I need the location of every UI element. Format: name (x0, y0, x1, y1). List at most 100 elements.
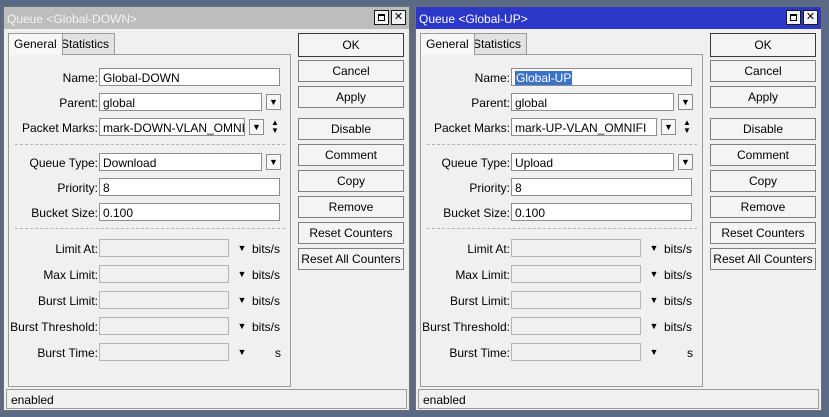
tab-statistics[interactable]: Statistics (55, 33, 116, 54)
ok-button[interactable]: OK (710, 33, 816, 57)
bucket-size-input[interactable]: 0.100 (99, 203, 280, 221)
bucket-size-row: Bucket Size: 0.100 (421, 203, 704, 223)
reset-counters-button[interactable]: Reset Counters (298, 222, 404, 244)
parent-select[interactable]: global (99, 93, 262, 111)
burst-threshold-label: Burst Threshold: (422, 320, 510, 334)
comment-button[interactable]: Comment (710, 144, 816, 166)
window-title: Queue <Global-DOWN> (7, 12, 138, 26)
remove-button[interactable]: Remove (710, 196, 816, 218)
reset-counters-button[interactable]: Reset Counters (710, 222, 816, 244)
burst-threshold-unit: bits/s (664, 320, 693, 334)
packet-marks-label: Packet Marks: (433, 121, 510, 135)
bucket-size-row: Bucket Size: 0.100 (9, 203, 292, 223)
limit-at-row: Limit At: ▼ bits/s (9, 239, 292, 259)
cancel-button[interactable]: Cancel (710, 60, 816, 82)
name-label: Name: (474, 71, 510, 85)
burst-time-input[interactable] (511, 343, 641, 361)
dropdown-arrow-icon[interactable]: ▼ (236, 319, 248, 333)
packet-marks-select[interactable]: mark-UP-VLAN_OMNIFI (511, 118, 657, 136)
bucket-size-input[interactable]: 0.100 (511, 203, 692, 221)
burst-time-label: Burst Time: (37, 346, 98, 360)
maximize-icon[interactable] (786, 10, 801, 25)
max-limit-input[interactable] (99, 265, 229, 283)
burst-threshold-input[interactable] (99, 317, 229, 335)
packet-marks-select[interactable]: mark-DOWN-VLAN_OMNIFI (99, 118, 245, 136)
maximize-icon[interactable] (374, 10, 389, 25)
copy-button[interactable]: Copy (298, 170, 404, 192)
burst-time-input[interactable] (99, 343, 229, 361)
separator (15, 228, 285, 229)
dropdown-arrow-icon[interactable]: ▼ (249, 119, 264, 135)
dropdown-arrow-icon[interactable]: ▼ (236, 267, 248, 281)
apply-button[interactable]: Apply (710, 86, 816, 108)
title-bar[interactable]: Queue <Global-DOWN> ✕ (4, 7, 409, 29)
name-label: Name: (62, 71, 98, 85)
comment-button[interactable]: Comment (298, 144, 404, 166)
close-icon[interactable]: ✕ (803, 10, 818, 25)
limit-at-input[interactable] (99, 239, 229, 257)
queue-window-global-up[interactable]: Queue <Global-UP> ✕ General Statistics N… (415, 6, 822, 411)
priority-input[interactable]: 8 (511, 178, 692, 196)
max-limit-row: Max Limit: ▼ bits/s (421, 265, 704, 285)
burst-limit-input[interactable] (511, 291, 641, 309)
priority-row: Priority: 8 (421, 178, 704, 198)
dropdown-arrow-icon[interactable]: ▼ (648, 293, 660, 307)
burst-limit-input[interactable] (99, 291, 229, 309)
queue-type-select[interactable]: Upload (511, 153, 674, 171)
max-limit-label: Max Limit: (43, 268, 98, 282)
title-bar[interactable]: Queue <Global-UP> ✕ (416, 7, 821, 29)
tab-general[interactable]: General (8, 33, 63, 55)
limit-at-unit: bits/s (252, 242, 281, 256)
dropdown-arrow-icon[interactable]: ▼ (678, 94, 693, 110)
disable-button[interactable]: Disable (298, 118, 404, 140)
name-input[interactable]: Global-UP (511, 68, 692, 86)
tab-general[interactable]: General (420, 33, 475, 55)
updown-icon[interactable]: ▲ ▼ (681, 119, 693, 137)
dropdown-arrow-icon[interactable]: ▼ (266, 94, 281, 110)
priority-label: Priority: (469, 181, 510, 195)
parent-select[interactable]: global (511, 93, 674, 111)
dropdown-arrow-icon[interactable]: ▼ (661, 119, 676, 135)
dropdown-arrow-icon[interactable]: ▼ (648, 241, 660, 255)
burst-limit-row: Burst Limit: ▼ bits/s (9, 291, 292, 311)
updown-icon[interactable]: ▲ ▼ (269, 119, 281, 137)
ok-button[interactable]: OK (298, 33, 404, 57)
dropdown-arrow-icon[interactable]: ▼ (236, 345, 248, 359)
queue-type-select[interactable]: Download (99, 153, 262, 171)
priority-input[interactable]: 8 (99, 178, 280, 196)
dropdown-arrow-icon[interactable]: ▼ (648, 267, 660, 281)
max-limit-label: Max Limit: (455, 268, 510, 282)
limit-at-input[interactable] (511, 239, 641, 257)
limit-at-unit: bits/s (664, 242, 693, 256)
tab-statistics[interactable]: Statistics (467, 33, 528, 54)
copy-button[interactable]: Copy (710, 170, 816, 192)
reset-all-counters-button[interactable]: Reset All Counters (298, 248, 404, 270)
parent-row: Parent: global ▼ (421, 93, 704, 113)
dropdown-arrow-icon[interactable]: ▼ (648, 345, 660, 359)
parent-label: Parent: (471, 96, 510, 110)
burst-threshold-row: Burst Threshold: ▼ bits/s (9, 317, 292, 337)
close-icon[interactable]: ✕ (391, 10, 406, 25)
cancel-button[interactable]: Cancel (298, 60, 404, 82)
bucket-size-label: Bucket Size: (443, 206, 510, 220)
dropdown-arrow-icon[interactable]: ▼ (236, 241, 248, 255)
remove-button[interactable]: Remove (298, 196, 404, 218)
parent-label: Parent: (59, 96, 98, 110)
disable-button[interactable]: Disable (710, 118, 816, 140)
separator (427, 144, 697, 145)
dropdown-arrow-icon[interactable]: ▼ (678, 154, 693, 170)
packet-marks-row: Packet Marks: mark-DOWN-VLAN_OMNIFI ▼ ▲ ▼ (9, 118, 292, 138)
apply-button[interactable]: Apply (298, 86, 404, 108)
dropdown-arrow-icon[interactable]: ▼ (236, 293, 248, 307)
priority-row: Priority: 8 (9, 178, 292, 198)
reset-all-counters-button[interactable]: Reset All Counters (710, 248, 816, 270)
dropdown-arrow-icon[interactable]: ▼ (648, 319, 660, 333)
queue-window-global-down[interactable]: Queue <Global-DOWN> ✕ General Statistics… (3, 6, 410, 411)
max-limit-input[interactable] (511, 265, 641, 283)
burst-threshold-unit: bits/s (252, 320, 281, 334)
limit-at-label: Limit At: (55, 242, 98, 256)
window-title: Queue <Global-UP> (419, 12, 528, 26)
dropdown-arrow-icon[interactable]: ▼ (266, 154, 281, 170)
name-input[interactable]: Global-DOWN (99, 68, 280, 86)
burst-threshold-input[interactable] (511, 317, 641, 335)
